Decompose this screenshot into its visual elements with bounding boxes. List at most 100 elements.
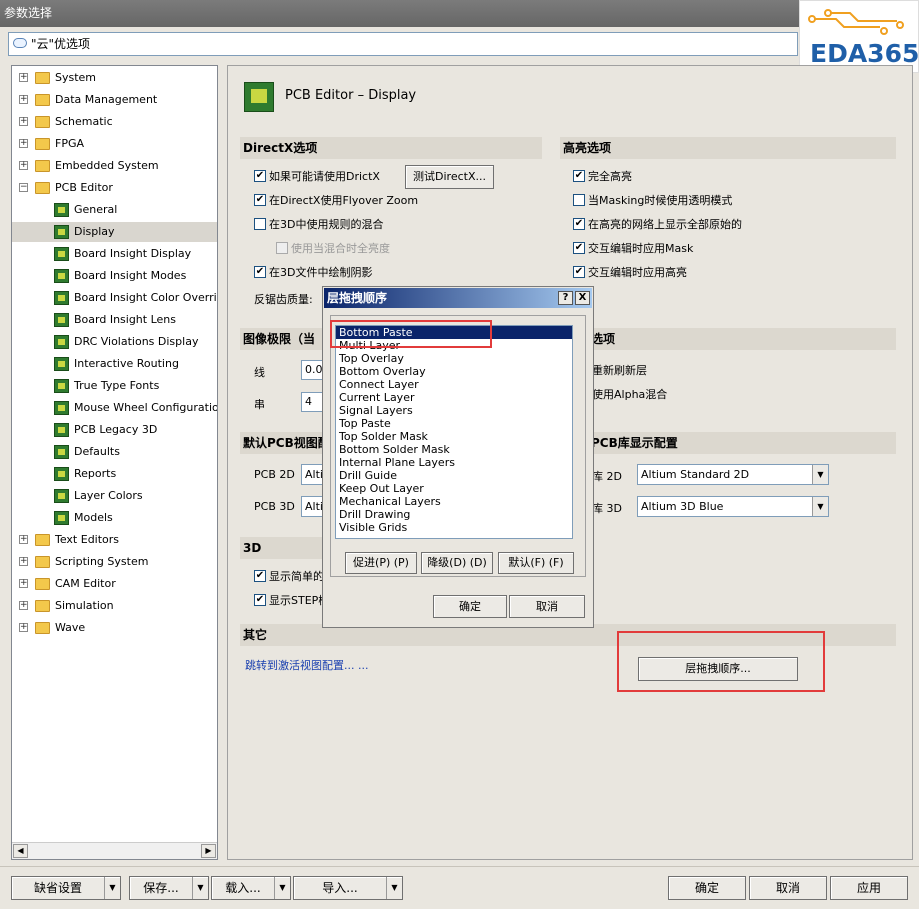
rule-blend-3d-checkbox[interactable]: 在3D中使用规则的混合 bbox=[254, 218, 383, 232]
tree-item[interactable]: PCB Legacy 3D bbox=[12, 420, 217, 440]
tree-item[interactable]: Board Insight Display bbox=[12, 244, 217, 264]
tree-item[interactable]: Board Insight Modes bbox=[12, 266, 217, 286]
layer-list-item[interactable]: Current Layer bbox=[336, 391, 572, 404]
tree-item[interactable]: Defaults bbox=[12, 442, 217, 462]
tree-item[interactable]: + CAM Editor bbox=[12, 574, 217, 594]
tree-item[interactable]: Mouse Wheel Configuration bbox=[12, 398, 217, 418]
close-button[interactable]: X bbox=[575, 291, 590, 305]
layer-list-item[interactable]: Bottom Solder Mask bbox=[336, 443, 572, 456]
scroll-left-button[interactable]: ◀ bbox=[13, 844, 28, 858]
tree-item[interactable]: + Schematic bbox=[12, 112, 217, 132]
expand-toggle-icon[interactable]: + bbox=[19, 139, 28, 148]
show-simple-checkbox[interactable]: ✔ 显示简单的 bbox=[254, 570, 324, 584]
tree-item[interactable]: + Wave bbox=[12, 618, 217, 638]
tree-item[interactable]: Models bbox=[12, 508, 217, 528]
checkbox-box: ✔ bbox=[254, 570, 266, 582]
expand-toggle-icon[interactable]: + bbox=[19, 579, 28, 588]
tree-item[interactable]: Interactive Routing bbox=[12, 354, 217, 374]
lib2d-combo[interactable]: Altium Standard 2D ▼ bbox=[637, 464, 829, 485]
expand-toggle-icon[interactable]: + bbox=[19, 557, 28, 566]
cancel-button[interactable]: 取消 bbox=[749, 876, 827, 900]
dialog-ok-button[interactable]: 确定 bbox=[433, 595, 507, 618]
search-input[interactable]: "云"优选项 bbox=[8, 32, 798, 56]
chevron-down-icon[interactable]: ▼ bbox=[812, 497, 828, 516]
demote-button[interactable]: 降级(D) (D) bbox=[421, 552, 493, 574]
expand-toggle-icon[interactable]: − bbox=[19, 183, 28, 192]
load-button[interactable]: 载入... ▼ bbox=[211, 876, 291, 900]
full-highlight-checkbox[interactable]: ✔ 完全高亮 bbox=[573, 170, 632, 184]
layer-list-item[interactable]: Top Overlay bbox=[336, 352, 572, 365]
promote-button[interactable]: 促进(P) (P) bbox=[345, 552, 417, 574]
layer-list-item[interactable]: Top Paste bbox=[336, 417, 572, 430]
use-directx-checkbox[interactable]: ✔ 如果可能请使用DrictX bbox=[254, 170, 380, 184]
expand-toggle-icon[interactable]: + bbox=[19, 623, 28, 632]
show-step-checkbox[interactable]: ✔ 显示STEP模 bbox=[254, 594, 329, 608]
tree-item[interactable]: Board Insight Lens bbox=[12, 310, 217, 330]
layer-list-item[interactable]: Visible Grids bbox=[336, 521, 572, 534]
expand-toggle-icon[interactable]: + bbox=[19, 535, 28, 544]
expand-toggle-icon[interactable]: + bbox=[19, 73, 28, 82]
defaults-button[interactable]: 缺省设置 ▼ bbox=[11, 876, 121, 900]
tree-item[interactable]: Reports bbox=[12, 464, 217, 484]
show-all-primitives-checkbox[interactable]: ✔ 在高亮的网络上显示全部原始的 bbox=[573, 218, 742, 232]
save-button[interactable]: 保存... ▼ bbox=[129, 876, 209, 900]
tree-item[interactable]: + Data Management bbox=[12, 90, 217, 110]
layer-list-item[interactable]: Keep Out Layer bbox=[336, 482, 572, 495]
tree-item[interactable]: + FPGA bbox=[12, 134, 217, 154]
tree-item-label: Wave bbox=[55, 621, 86, 634]
expand-toggle-icon[interactable]: + bbox=[19, 601, 28, 610]
layer-list-item[interactable]: Mechanical Layers bbox=[336, 495, 572, 508]
tree-horizontal-scrollbar[interactable]: ◀ ▶ bbox=[12, 842, 217, 859]
ok-button[interactable]: 确定 bbox=[668, 876, 746, 900]
layer-list-item[interactable]: Top Solder Mask bbox=[336, 430, 572, 443]
expand-toggle-icon[interactable]: + bbox=[19, 161, 28, 170]
tree-item[interactable]: Layer Colors bbox=[12, 486, 217, 506]
expand-toggle-icon[interactable]: + bbox=[19, 117, 28, 126]
layer-list-item[interactable]: Internal Plane Layers bbox=[336, 456, 572, 469]
chevron-down-icon[interactable]: ▼ bbox=[274, 877, 290, 899]
layer-list[interactable]: Bottom Paste Multi Layer Top Overlay Bottom… bbox=[335, 325, 573, 539]
layer-list-item[interactable]: Bottom Overlay bbox=[336, 365, 572, 378]
flyover-zoom-checkbox[interactable]: ✔ 在DirectX使用Flyover Zoom bbox=[254, 194, 418, 208]
apply-mask-checkbox[interactable]: ✔ 交互编辑时应用Mask bbox=[573, 242, 693, 256]
shadows-3d-checkbox[interactable]: ✔ 在3D文件中绘制阴影 bbox=[254, 266, 372, 280]
apply-highlight-checkbox[interactable]: ✔ 交互编辑时应用高亮 bbox=[573, 266, 687, 280]
tree-item[interactable]: + Simulation bbox=[12, 596, 217, 616]
tree-item[interactable]: True Type Fonts bbox=[12, 376, 217, 396]
test-directx-button[interactable]: 测试DirectX... bbox=[405, 165, 494, 189]
image-limit-section-header: 图像极限（当 bbox=[240, 328, 330, 350]
tree-item-label: Embedded System bbox=[55, 159, 159, 172]
full-brightness-checkbox[interactable]: 使用当混合时全亮度 bbox=[276, 242, 390, 256]
tree-item[interactable]: + Text Editors bbox=[12, 530, 217, 550]
layer-list-item[interactable]: Connect Layer bbox=[336, 378, 572, 391]
lib3d-combo[interactable]: Altium 3D Blue ▼ bbox=[637, 496, 829, 517]
tree-item[interactable]: Board Insight Color Overrid bbox=[12, 288, 217, 308]
default-button[interactable]: 默认(F) (F) bbox=[498, 552, 574, 574]
chevron-down-icon[interactable]: ▼ bbox=[386, 877, 402, 899]
jump-to-view-config-link[interactable]: 跳转到激活视图配置... ... bbox=[245, 657, 368, 673]
help-button[interactable]: ? bbox=[558, 291, 573, 305]
transparent-masking-checkbox[interactable]: 当Masking时候使用透明模式 bbox=[573, 194, 732, 208]
chevron-down-icon[interactable]: ▼ bbox=[192, 877, 208, 899]
chevron-down-icon[interactable]: ▼ bbox=[104, 877, 120, 899]
tree-item[interactable]: Display bbox=[12, 222, 217, 242]
expand-toggle-icon[interactable]: + bbox=[19, 95, 28, 104]
layer-list-item[interactable]: Signal Layers bbox=[336, 404, 572, 417]
tree-item[interactable]: DRC Violations Display bbox=[12, 332, 217, 352]
tree-item[interactable]: + Embedded System bbox=[12, 156, 217, 176]
apply-button[interactable]: 应用 bbox=[830, 876, 908, 900]
tree-item[interactable]: − PCB Editor bbox=[12, 178, 217, 198]
tree-item-label: System bbox=[55, 71, 97, 84]
dialog-cancel-button[interactable]: 取消 bbox=[509, 595, 585, 618]
tree-item[interactable]: + Scripting System bbox=[12, 552, 217, 572]
layer-list-item[interactable]: Drill Guide bbox=[336, 469, 572, 482]
tree-item-label: PCB Legacy 3D bbox=[74, 423, 158, 436]
tree-item[interactable]: + System bbox=[12, 68, 217, 88]
chevron-down-icon[interactable]: ▼ bbox=[812, 465, 828, 484]
layer-list-item[interactable]: Drill Drawing bbox=[336, 508, 572, 521]
tree-item[interactable]: General bbox=[12, 200, 217, 220]
tree-item-label: Defaults bbox=[74, 445, 120, 458]
import-button[interactable]: 导入... ▼ bbox=[293, 876, 403, 900]
preferences-tree[interactable]: + System + Data Management + Schematic + FPGA + E… bbox=[11, 65, 218, 860]
scroll-right-button[interactable]: ▶ bbox=[201, 844, 216, 858]
